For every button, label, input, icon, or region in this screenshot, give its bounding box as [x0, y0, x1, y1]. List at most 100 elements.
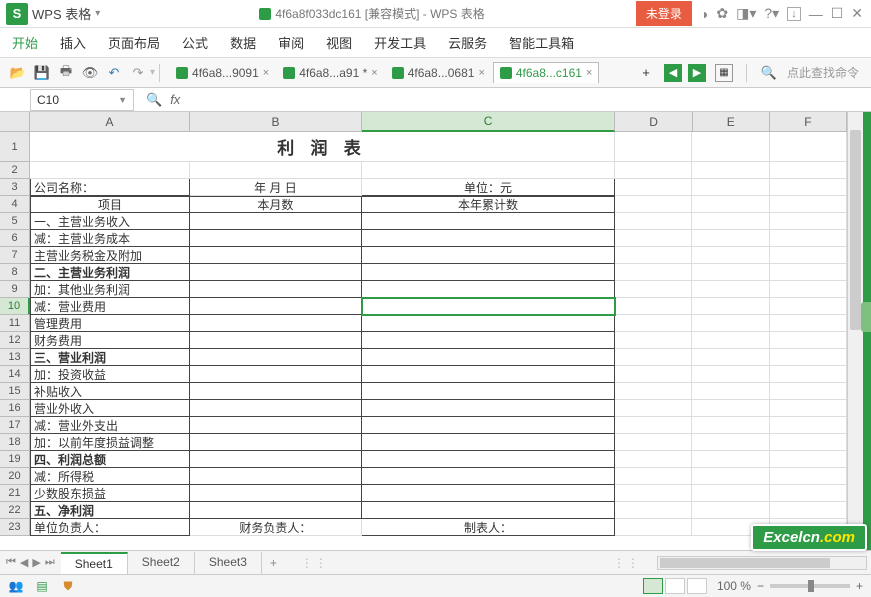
cell-A11[interactable]: 管理费用 — [30, 315, 190, 332]
tab-next-button[interactable]: ▶ — [688, 64, 706, 82]
cell-E18[interactable] — [692, 434, 769, 451]
cell-F21[interactable] — [770, 485, 847, 502]
cell-C9[interactable] — [362, 281, 615, 298]
cell-A16[interactable]: 营业外收入 — [30, 400, 190, 417]
cell-F5[interactable] — [770, 213, 847, 230]
sheet-tab-Sheet3[interactable]: Sheet3 — [195, 552, 262, 574]
cell-A23[interactable]: 单位负责人： — [30, 519, 190, 536]
cell-D10[interactable] — [615, 298, 692, 315]
cell-C20[interactable] — [362, 468, 615, 485]
cell-F11[interactable] — [770, 315, 847, 332]
sheet-tab-Sheet2[interactable]: Sheet2 — [128, 552, 195, 574]
cell-A9[interactable]: 加：其他业务利润 — [30, 281, 190, 298]
row-header-19[interactable]: 19 — [0, 451, 30, 468]
sheet-first-button[interactable]: ⏮ — [6, 556, 16, 569]
cell-B6[interactable] — [190, 230, 362, 247]
cell-D19[interactable] — [615, 451, 692, 468]
cell-A21[interactable]: 少数股东损益 — [30, 485, 190, 502]
sheet-drag-handle[interactable]: ⋮⋮ — [301, 556, 329, 570]
tab-list-button[interactable]: ▦ — [715, 64, 733, 82]
cell-F2[interactable] — [770, 162, 847, 179]
cell-D9[interactable] — [615, 281, 692, 298]
maximize-button[interactable]: ☐ — [831, 5, 844, 22]
cell-B8[interactable] — [190, 264, 362, 281]
cell-D11[interactable] — [615, 315, 692, 332]
cell-B18[interactable] — [190, 434, 362, 451]
cell-F19[interactable] — [770, 451, 847, 468]
cell-A20[interactable]: 减：所得税 — [30, 468, 190, 485]
row-header-8[interactable]: 8 — [0, 264, 30, 281]
cell-C16[interactable] — [362, 400, 615, 417]
cell-D5[interactable] — [615, 213, 692, 230]
row-header-14[interactable]: 14 — [0, 366, 30, 383]
zoom-out-button[interactable]: − — [757, 579, 764, 593]
cell-D6[interactable] — [615, 230, 692, 247]
sheet-last-button[interactable]: ⏭ — [45, 556, 55, 569]
row-header-7[interactable]: 7 — [0, 247, 30, 264]
cell-F13[interactable] — [770, 349, 847, 366]
save-icon[interactable]: 💾 — [33, 64, 51, 82]
row-header-20[interactable]: 20 — [0, 468, 30, 485]
cell-A1[interactable]: 利 润 表 — [30, 132, 615, 162]
cell-C4[interactable]: 本年累计数 — [362, 196, 615, 213]
cell-C7[interactable] — [362, 247, 615, 264]
cell-D16[interactable] — [615, 400, 692, 417]
cell-F16[interactable] — [770, 400, 847, 417]
cell-B19[interactable] — [190, 451, 362, 468]
cell-A17[interactable]: 减：营业外支出 — [30, 417, 190, 434]
doc-tab-2[interactable]: 4f6a8...0681× — [386, 63, 491, 83]
cell-B7[interactable] — [190, 247, 362, 264]
cell-C23[interactable]: 制表人： — [362, 519, 615, 536]
cell-D23[interactable] — [615, 519, 692, 536]
cell-A14[interactable]: 加：投资收益 — [30, 366, 190, 383]
cell-D21[interactable] — [615, 485, 692, 502]
close-button[interactable]: ✕ — [851, 5, 863, 22]
view-break-button[interactable] — [687, 578, 707, 594]
cells-area[interactable]: 利 润 表公司名称：年 月 日单位：元项目本月数本年累计数一、主营业务收入减：主… — [30, 132, 847, 550]
redo-icon[interactable]: ↷ — [129, 64, 147, 82]
menu-视图[interactable]: 视图 — [326, 33, 352, 52]
cell-B13[interactable] — [190, 349, 362, 366]
cell-B9[interactable] — [190, 281, 362, 298]
status-shield-icon[interactable]: ⛊ — [60, 578, 76, 594]
cell-A13[interactable]: 三、营业利润 — [30, 349, 190, 366]
cell-B15[interactable] — [190, 383, 362, 400]
row-header-10[interactable]: 10 — [0, 298, 30, 315]
formula-input[interactable] — [186, 90, 871, 110]
row-header-1[interactable]: 1 — [0, 132, 30, 162]
zoom-value[interactable]: 100 % — [717, 579, 751, 593]
cell-D15[interactable] — [615, 383, 692, 400]
cell-F4[interactable] — [770, 196, 847, 213]
view-normal-button[interactable] — [643, 578, 663, 594]
cell-F18[interactable] — [770, 434, 847, 451]
cell-D2[interactable] — [615, 162, 692, 179]
help-icon[interactable]: ?▾ — [764, 5, 779, 22]
cell-E14[interactable] — [692, 366, 769, 383]
cell-C21[interactable] — [362, 485, 615, 502]
tab-prev-button[interactable]: ◀ — [664, 64, 682, 82]
cell-D1[interactable] — [615, 132, 692, 162]
row-header-13[interactable]: 13 — [0, 349, 30, 366]
print-preview-icon[interactable]: 👁 — [81, 64, 99, 82]
cell-D22[interactable] — [615, 502, 692, 519]
row-header-5[interactable]: 5 — [0, 213, 30, 230]
row-header-15[interactable]: 15 — [0, 383, 30, 400]
cell-F3[interactable] — [770, 179, 847, 196]
cell-A12[interactable]: 财务费用 — [30, 332, 190, 349]
app-menu-dropdown[interactable]: ▾ — [95, 8, 100, 19]
cell-A6[interactable]: 减：主营业务成本 — [30, 230, 190, 247]
cell-F1[interactable] — [770, 132, 847, 162]
qat-dropdown[interactable]: ▾ — [150, 67, 155, 78]
cell-C13[interactable] — [362, 349, 615, 366]
status-doc-icon[interactable]: ▤ — [34, 578, 50, 594]
doc-tab-close-3[interactable]: × — [586, 67, 592, 79]
cell-B16[interactable] — [190, 400, 362, 417]
cell-D7[interactable] — [615, 247, 692, 264]
doc-tab-close-2[interactable]: × — [478, 67, 484, 79]
cell-A7[interactable]: 主营业务税金及附加 — [30, 247, 190, 264]
cell-A3[interactable]: 公司名称： — [30, 179, 190, 196]
cell-A8[interactable]: 二、主营业务利润 — [30, 264, 190, 281]
cell-F14[interactable] — [770, 366, 847, 383]
cell-C11[interactable] — [362, 315, 615, 332]
cell-C8[interactable] — [362, 264, 615, 281]
